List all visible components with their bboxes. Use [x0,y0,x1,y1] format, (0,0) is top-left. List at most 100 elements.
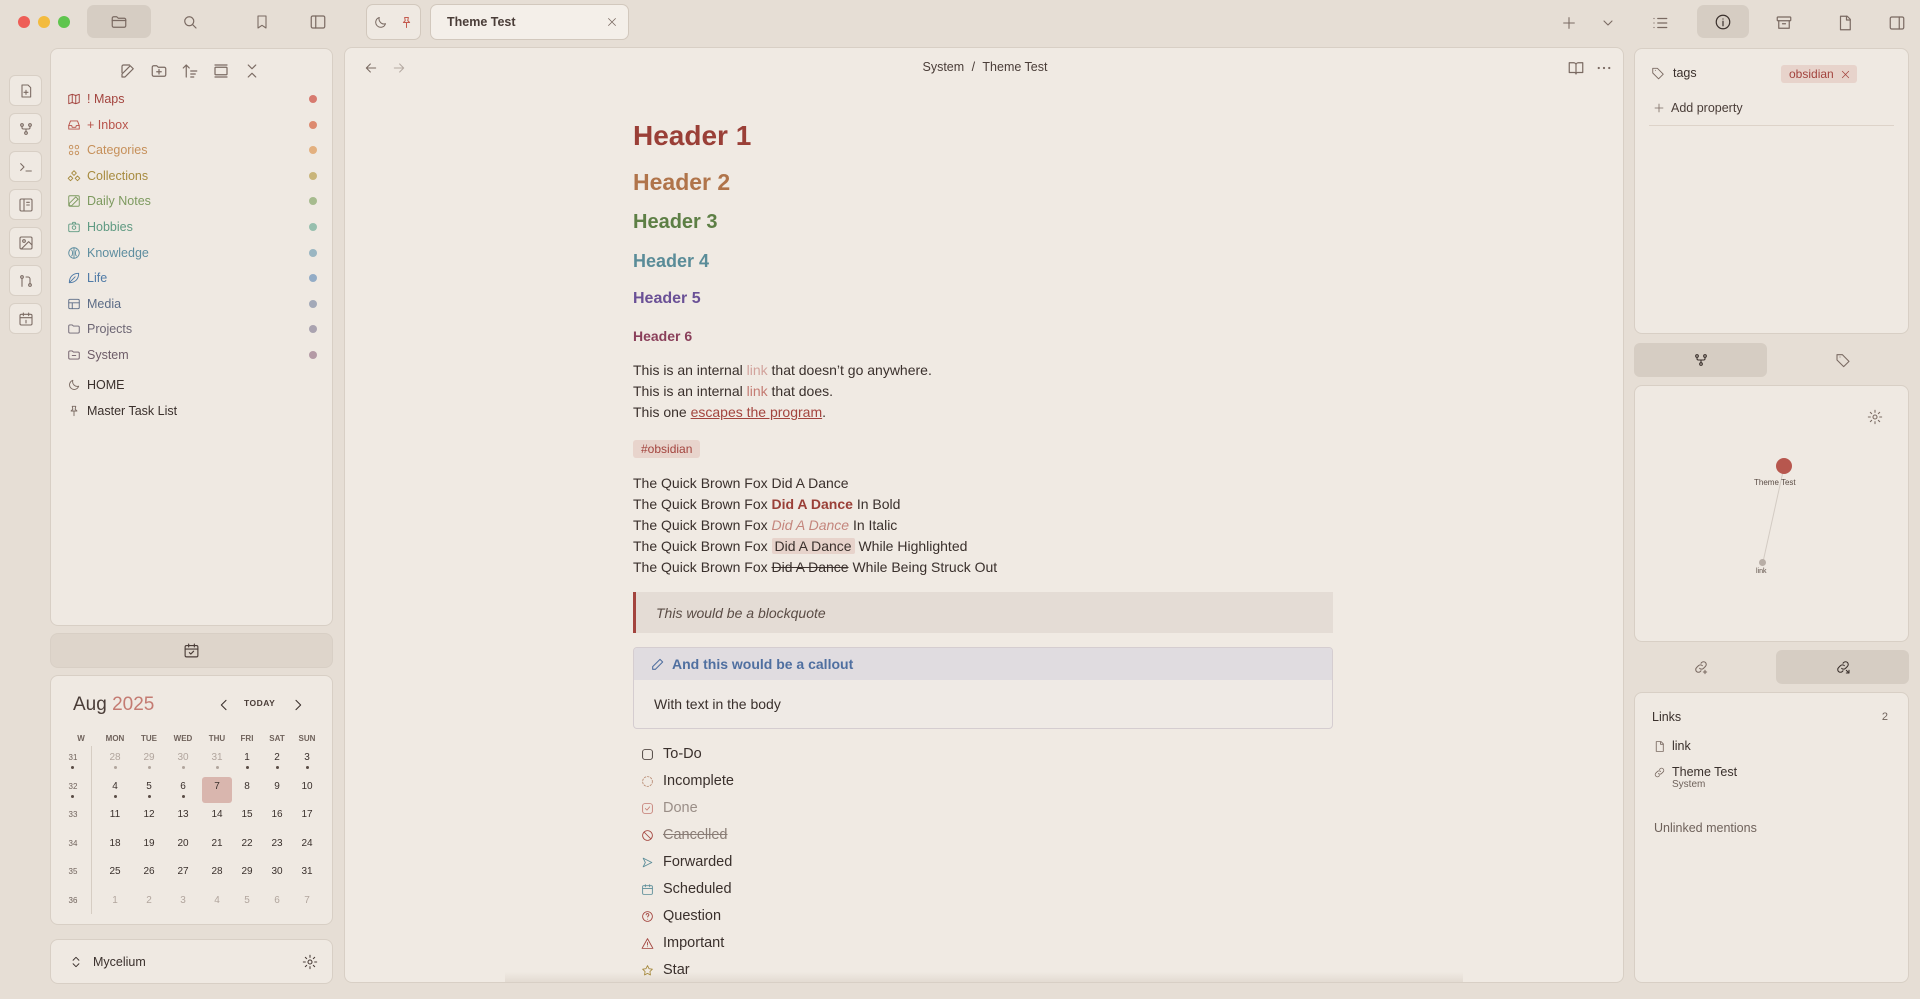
task-todo[interactable]: To-Do [641,746,702,762]
unresolved-internal-link[interactable]: link [747,362,768,378]
folder-item-projects[interactable]: Projects [67,319,317,339]
minimize-window-button[interactable] [38,16,50,28]
more-options-icon[interactable] [1595,59,1613,77]
bookmarks-tab-button[interactable] [230,5,294,38]
calendar-day[interactable]: 21 [202,838,232,849]
external-link[interactable]: escapes the program [691,404,823,420]
folder-item-media[interactable]: Media [67,294,317,314]
calendar-day[interactable]: 18 [100,838,130,849]
calendar-day[interactable]: 25 [100,866,130,877]
tab-list-chevron-icon[interactable] [1600,15,1616,31]
ribbon-git-button[interactable] [9,265,42,296]
sort-icon[interactable] [181,62,199,80]
folder-item-hobbies[interactable]: Hobbies [67,217,317,237]
calendar-day[interactable]: 2 [262,752,292,763]
unlinked-mentions-header[interactable]: Unlinked mentions [1654,821,1757,835]
task-question[interactable]: Question [641,908,721,924]
tab-theme-test[interactable]: Theme Test [430,4,629,40]
backlinks-tab[interactable] [1634,650,1767,684]
star-icon[interactable] [641,964,654,977]
folder-item-life[interactable]: Life [67,268,317,288]
ribbon-graph-button[interactable] [9,113,42,144]
ribbon-canvas-button[interactable] [9,189,42,220]
folder-item-maps[interactable]: ! Maps [67,89,317,109]
link-item-theme-test[interactable]: Theme Test System [1653,765,1737,790]
calendar-day[interactable]: 11 [100,809,130,820]
settings-gear-icon[interactable] [302,954,318,970]
calendar-day[interactable]: 27 [168,866,198,877]
remove-tag-icon[interactable] [1840,69,1851,80]
calendar-day[interactable]: 29 [134,752,164,763]
task-important[interactable]: Important [641,935,724,951]
calendar-day[interactable]: 22 [232,838,262,849]
calendar-day[interactable]: 1 [100,895,130,906]
calendar-day[interactable]: 29 [232,866,262,877]
calendar-day[interactable]: 5 [134,781,164,792]
auto-reveal-icon[interactable] [212,62,230,80]
calendar-day[interactable]: 9 [262,781,292,792]
checkbox-checked-icon[interactable] [641,802,654,815]
calendar-day[interactable]: 7 [292,895,322,906]
file-icon[interactable] [1836,14,1854,32]
task-incomplete[interactable]: Incomplete [641,773,734,789]
tag-pill[interactable]: #obsidian [633,440,701,458]
calendar-day[interactable]: 30 [262,866,292,877]
ribbon-new-note-button[interactable] [9,75,42,106]
folder-item-system[interactable]: System [67,345,317,365]
calendar-day[interactable]: 24 [292,838,322,849]
calendar-day[interactable]: 6 [168,781,198,792]
file-home[interactable]: HOME [67,375,125,395]
calendar-day[interactable]: 6 [262,895,292,906]
graph-node-link[interactable] [1759,559,1766,566]
zoom-window-button[interactable] [58,16,70,28]
checkbox-empty-icon[interactable] [641,748,654,761]
outline-icon[interactable] [1651,14,1669,32]
calendar-day[interactable]: 30 [168,752,198,763]
calendar-day[interactable]: 8 [232,781,262,792]
calendar-day[interactable]: 20 [168,838,198,849]
question-circle-icon[interactable] [641,910,654,923]
calendar-day[interactable]: 31 [202,752,232,763]
calendar-day[interactable]: 2 [134,895,164,906]
calendar-day[interactable]: 13 [168,809,198,820]
calendar-day[interactable]: 26 [134,866,164,877]
reading-view-icon[interactable] [1567,59,1585,77]
vault-name[interactable]: Mycelium [93,955,146,969]
link-item-link[interactable]: link [1653,739,1691,753]
folder-item-inbox[interactable]: + Inbox [67,115,317,135]
file-master-task-list[interactable]: Master Task List [67,401,177,421]
calendar-day[interactable]: 15 [232,809,262,820]
task-scheduled[interactable]: Scheduled [641,881,732,897]
calendar-day[interactable]: 28 [202,866,232,877]
new-tab-icon[interactable] [1561,15,1577,31]
calendar-day[interactable]: 5 [232,895,262,906]
internal-link[interactable]: link [747,383,768,399]
calendar-day[interactable]: 23 [262,838,292,849]
archive-icon[interactable] [1775,14,1793,32]
search-tab-button[interactable] [158,5,222,38]
calendar-toggle-bar[interactable] [50,633,333,668]
calendar-day[interactable]: 4 [202,895,232,906]
graph-tab-active[interactable] [1634,343,1767,377]
graph-node-current[interactable] [1776,458,1792,474]
task-cancelled[interactable]: Cancelled [641,827,728,843]
task-star[interactable]: Star [641,962,690,978]
property-tag-pill[interactable]: obsidian [1781,65,1857,83]
breadcrumb-current[interactable]: Theme Test [982,60,1047,74]
send-icon[interactable] [641,856,654,869]
calendar-day[interactable]: 12 [134,809,164,820]
breadcrumb-parent[interactable]: System [923,60,965,74]
calendar-day[interactable]: 16 [262,809,292,820]
calendar-day[interactable]: 17 [292,809,322,820]
calendar-day-today[interactable]: 7 [202,776,232,803]
tags-tab[interactable] [1776,343,1909,377]
folder-item-collections[interactable]: Collections [67,166,317,186]
calendar-day[interactable]: 10 [292,781,322,792]
task-done[interactable]: Done [641,800,698,816]
task-forwarded[interactable]: Forwarded [641,854,732,870]
close-window-button[interactable] [18,16,30,28]
folder-item-knowledge[interactable]: Knowledge [67,243,317,263]
calendar-day[interactable]: 3 [168,895,198,906]
calendar-day[interactable]: 31 [292,866,322,877]
ribbon-daily-note-button[interactable] [9,303,42,334]
